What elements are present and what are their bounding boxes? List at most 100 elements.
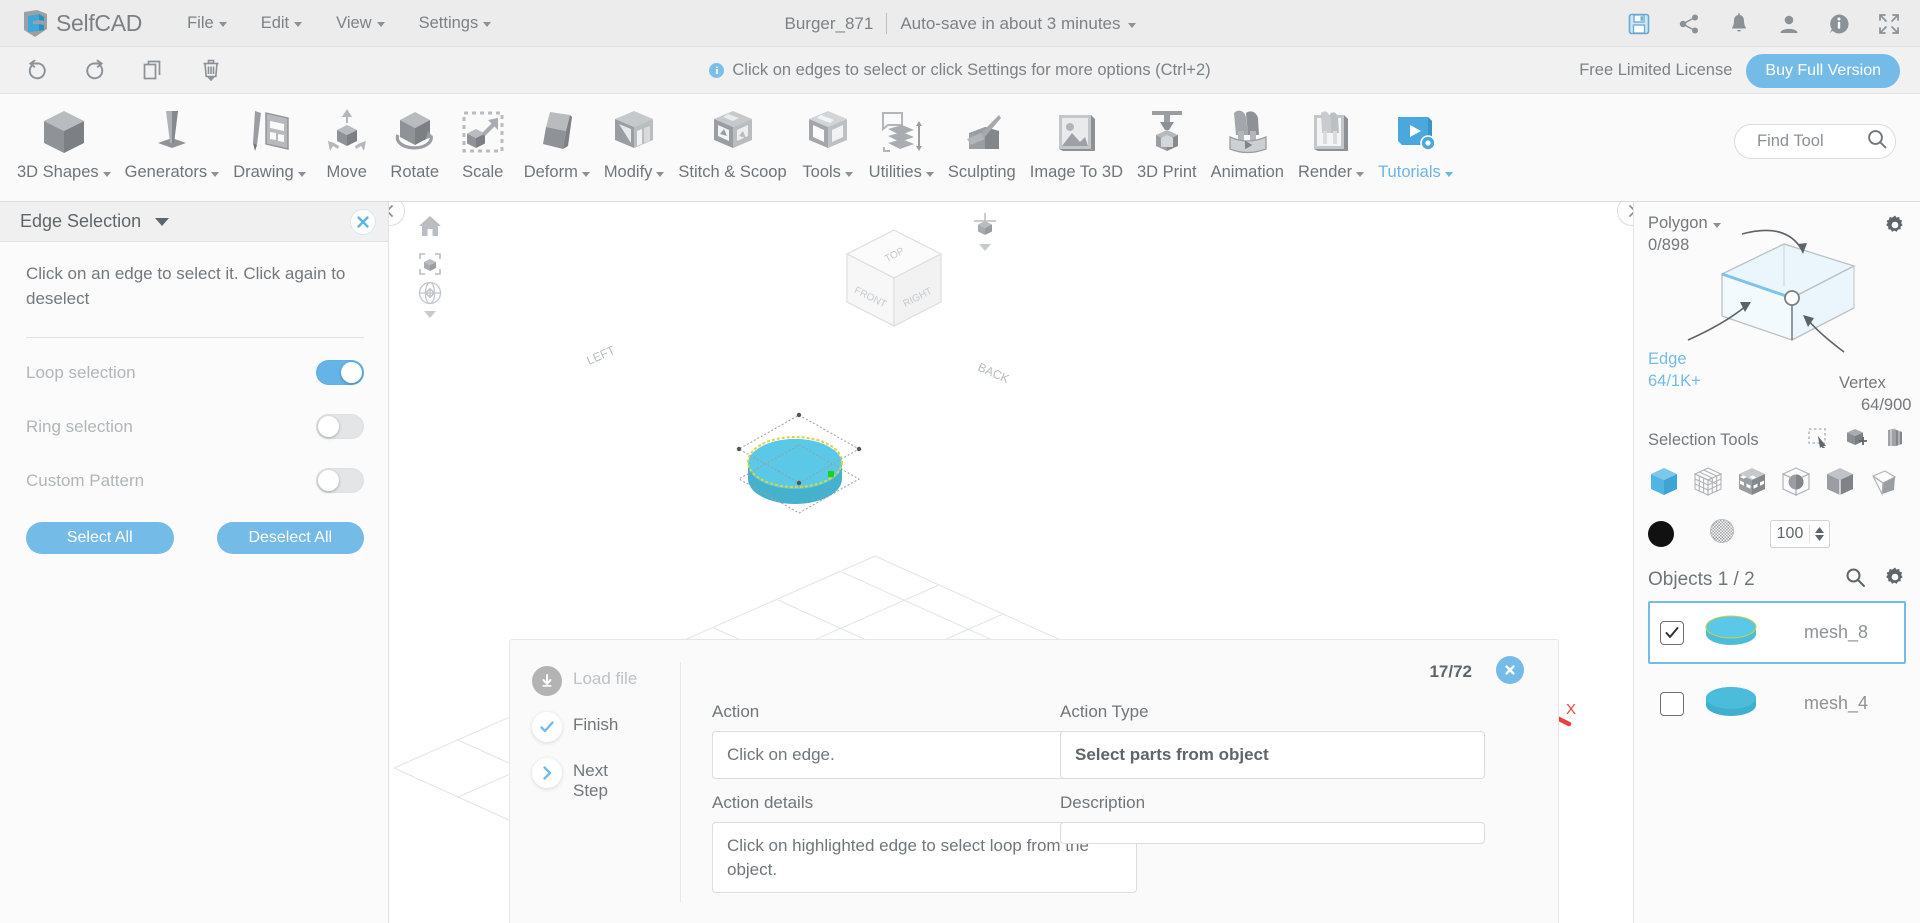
add-object-select-icon[interactable] [1846,428,1868,453]
opacity-stepper[interactable] [1770,519,1830,548]
tool-text: Stitch & Scoop [678,163,787,181]
tool-tools[interactable]: Tools [794,102,862,184]
tool-move[interactable]: Move [313,102,381,184]
tutorial-step-label: Finish [573,715,619,734]
collapse-right-panel-button[interactable] [1617,202,1633,226]
view-cube[interactable]: TOP FRONT RIGHT [829,212,959,347]
autosave-status[interactable]: Auto-save in about 3 minutes [900,14,1136,34]
tool-sculpting[interactable]: Sculpting [941,102,1023,184]
object-list-item-mesh_4[interactable]: mesh_4 [1648,672,1906,735]
info-icon: i [709,63,725,78]
tool-generators[interactable]: Generators [118,102,227,184]
tool-render[interactable]: Render [1291,102,1371,184]
license-status: Free Limited License [1579,61,1733,79]
tool-label: Generators [125,163,220,182]
opacity-input[interactable] [1771,524,1809,543]
save-icon[interactable] [1626,11,1652,37]
tool-3d-print[interactable]: 3D Print [1130,102,1204,184]
polygon-select-icon[interactable] [1736,466,1768,503]
edge-stat[interactable]: Edge 64/1K+ [1648,350,1701,391]
tool-modify[interactable]: Modify [597,102,672,184]
edge-value: 64/1K+ [1648,372,1701,390]
menu-settings[interactable]: Settings [402,8,509,39]
top-icon-group [1626,0,1902,47]
toggle-loop-selection[interactable] [316,360,364,386]
tool-deform[interactable]: Deform [517,102,597,184]
action-type-value[interactable]: Select parts from object [1060,731,1485,779]
deform-block-icon [530,104,584,160]
search-icon[interactable] [1865,127,1889,156]
tool-scale[interactable]: Scale [449,102,517,184]
description-value[interactable] [1060,821,1485,844]
chevron-down-icon[interactable] [1712,222,1721,228]
objects-list-header: Objects 1 / 2 [1634,560,1920,601]
tool-utilities[interactable]: Utilities [862,102,941,184]
tool-drawing[interactable]: Drawing [226,102,313,184]
fullscreen-icon[interactable] [1876,11,1902,37]
tool-image-to-3d[interactable]: Image To 3D [1023,102,1130,184]
home-icon[interactable] [414,210,446,242]
tutorial-step-label: Load file [573,669,638,688]
gear-icon[interactable] [1884,214,1906,241]
orbit-navigation-icon[interactable] [414,277,446,309]
rect-select-icon[interactable] [1808,427,1830,453]
box-select-icon[interactable] [1884,428,1906,453]
tutorial-step-load-file[interactable]: Load file [532,666,672,696]
tool-stitch-scoop[interactable]: Stitch & Scoop [671,102,793,184]
deselect-all-button[interactable]: Deselect All [216,522,364,555]
chevron-down-icon[interactable] [979,244,991,251]
select-all-button[interactable]: Select All [26,522,174,555]
perspective-view-icon[interactable] [969,210,1001,242]
object-list-item-mesh_8[interactable]: mesh_8 [1648,601,1906,664]
tool-3d-shapes[interactable]: 3D Shapes [10,102,118,184]
undo-icon[interactable] [24,57,50,83]
3d-printer-icon [1140,104,1194,160]
tutorials-play-icon [1388,104,1442,160]
find-tool-search[interactable] [1734,124,1896,159]
polygon-stat[interactable]: Polygon 0/898 [1648,214,1721,255]
gear-icon[interactable] [1884,566,1906,593]
animation-film-icon [1220,104,1274,160]
menu-file[interactable]: File [170,8,244,39]
menu-view[interactable]: View [319,8,401,39]
chevron-down-icon[interactable] [424,311,436,318]
tool-tutorials[interactable]: Tutorials [1371,102,1460,184]
close-tutorial-button[interactable] [1496,656,1524,684]
tutorial-step-finish[interactable]: Finish [532,712,672,742]
tutorial-step-label: Next Step [573,761,608,801]
object-checkbox[interactable] [1660,620,1684,645]
tutorial-step-next[interactable]: Next Step [532,758,672,802]
wireframe-select-icon[interactable] [1692,466,1724,503]
object-select-icon[interactable] [1648,466,1680,503]
color-swatch[interactable] [1648,520,1674,547]
copy-icon[interactable] [140,57,166,83]
tool-label: 3D Shapes [17,163,111,182]
chevron-down-icon[interactable] [155,217,170,226]
chevron-down-icon [844,171,853,177]
find-tool-input[interactable] [1757,132,1862,151]
tool-animation[interactable]: Animation [1204,102,1291,184]
menu-edit[interactable]: Edit [244,8,319,39]
redo-icon[interactable] [82,57,108,83]
vertex-stat[interactable]: Vertex 64/900 [1839,374,1911,415]
brand-logo[interactable]: SelfCAD [0,9,142,38]
half-cube-select-icon[interactable] [1824,466,1856,503]
notifications-bell-icon[interactable] [1726,11,1752,37]
delete-trash-icon[interactable] [198,57,224,83]
buy-full-version-button[interactable]: Buy Full Version [1746,53,1900,88]
sphere-select-icon[interactable] [1780,466,1812,503]
close-panel-button[interactable] [350,209,376,235]
face-select-icon[interactable] [1868,466,1900,503]
fit-to-screen-icon[interactable] [414,248,446,280]
share-icon[interactable] [1676,11,1702,37]
toggle-ring-selection[interactable] [316,414,364,440]
tool-rotate[interactable]: Rotate [381,102,449,184]
info-icon[interactable] [1826,11,1852,37]
user-account-icon[interactable] [1776,11,1802,37]
search-icon[interactable] [1844,566,1866,593]
object-checkbox[interactable] [1660,691,1684,716]
toggle-custom-pattern[interactable] [316,468,364,494]
stepper-arrows[interactable] [1809,524,1829,543]
collapse-left-panel-button[interactable] [389,202,405,226]
texture-sphere-icon[interactable] [1708,517,1736,550]
